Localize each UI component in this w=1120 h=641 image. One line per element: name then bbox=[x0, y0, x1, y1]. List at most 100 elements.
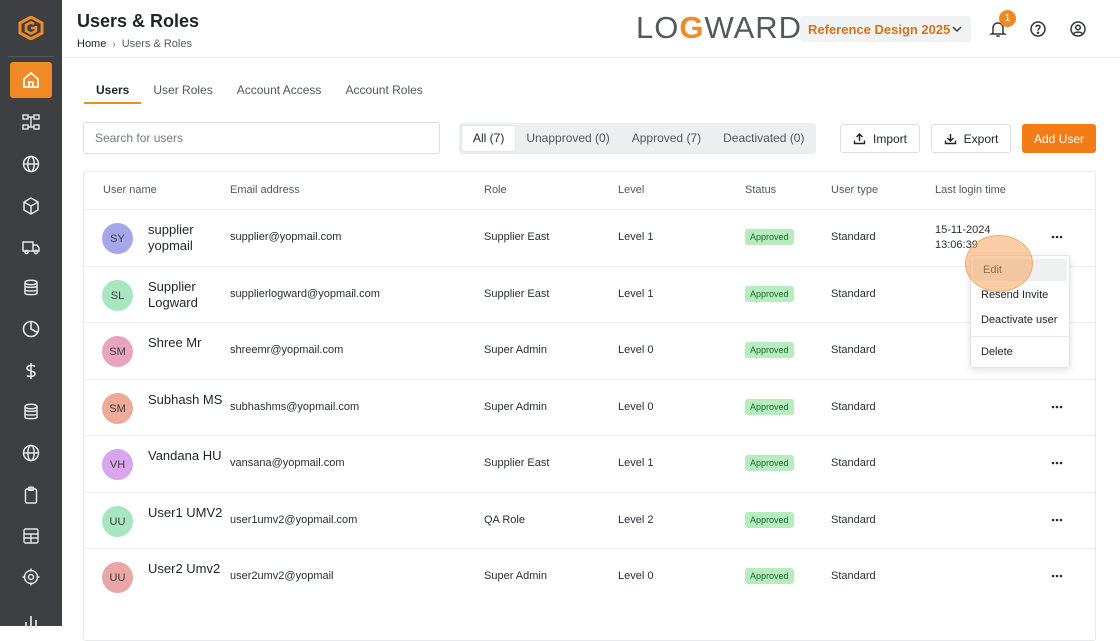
chevron-right-icon: › bbox=[112, 38, 116, 50]
nav-analytics[interactable] bbox=[10, 602, 52, 638]
user-role: Supplier East bbox=[484, 231, 550, 243]
export-button[interactable]: Export bbox=[931, 124, 1011, 153]
globe-icon bbox=[22, 444, 40, 462]
status-badge: Approved bbox=[745, 568, 794, 584]
user-level: Level 2 bbox=[618, 514, 654, 526]
user-level: Level 1 bbox=[618, 231, 654, 243]
nav-database[interactable] bbox=[10, 270, 52, 306]
table-row[interactable]: SY supplier yopmail supplier@yopmail.com… bbox=[84, 209, 1095, 266]
table-row[interactable]: SL Supplier Logward supplierlogward@yopm… bbox=[84, 266, 1095, 323]
tab-users[interactable]: Users bbox=[84, 78, 142, 104]
notification-badge: 1 bbox=[999, 10, 1016, 27]
row-actions-button[interactable] bbox=[1047, 453, 1067, 473]
user-name: Supplier Logward bbox=[148, 279, 198, 310]
status-badge: Approved bbox=[745, 512, 794, 528]
more-horizontal-icon bbox=[1051, 235, 1063, 239]
add-user-button[interactable]: Add User bbox=[1022, 124, 1096, 153]
nav-target[interactable] bbox=[10, 559, 52, 595]
project-dropdown-value: Reference Design 2025 bbox=[808, 21, 951, 37]
menu-item-edit[interactable]: Edit bbox=[973, 259, 1067, 281]
logward-logo-icon[interactable] bbox=[18, 16, 44, 40]
filter-all[interactable]: All (7) bbox=[462, 126, 516, 151]
column-header-user-name[interactable]: User name bbox=[103, 184, 157, 196]
user-role: Super Admin bbox=[484, 344, 547, 356]
truck-icon bbox=[22, 241, 40, 255]
project-dropdown[interactable]: Reference Design 2025 bbox=[800, 16, 971, 42]
user-type: Standard bbox=[831, 231, 876, 243]
status-badge: Approved bbox=[745, 399, 794, 415]
user-name: supplier yopmail bbox=[148, 222, 194, 253]
search-users-input[interactable] bbox=[83, 122, 440, 154]
row-actions-button[interactable] bbox=[1047, 566, 1067, 586]
table-row[interactable]: SM Shree Mr shreemr@yopmail.com Super Ad… bbox=[84, 322, 1095, 379]
nav-truck[interactable] bbox=[10, 229, 52, 265]
nav-database-2[interactable] bbox=[10, 394, 52, 430]
column-header-email[interactable]: Email address bbox=[230, 184, 300, 196]
tab-user-roles[interactable]: User Roles bbox=[141, 78, 224, 104]
row-actions-button[interactable] bbox=[1047, 227, 1067, 247]
table-row[interactable]: UU User2 Umv2 user2umv2@yopmail Super Ad… bbox=[84, 548, 1095, 605]
menu-item-resend-invite[interactable]: Resend Invite bbox=[971, 284, 1069, 306]
status-badge: Approved bbox=[745, 286, 794, 302]
nav-box[interactable] bbox=[10, 188, 52, 224]
user-role: Super Admin bbox=[484, 570, 547, 582]
database-icon bbox=[24, 279, 38, 296]
import-button[interactable]: Import bbox=[840, 124, 920, 153]
account-button[interactable] bbox=[1067, 18, 1089, 40]
nav-globe-2[interactable] bbox=[10, 435, 52, 471]
bar-chart-icon bbox=[25, 616, 37, 628]
user-email: vansana@yopmail.com bbox=[230, 457, 345, 469]
upload-icon bbox=[853, 133, 866, 145]
sidebar bbox=[0, 0, 62, 628]
help-button[interactable] bbox=[1027, 18, 1049, 40]
tab-account-roles[interactable]: Account Roles bbox=[333, 78, 434, 104]
more-horizontal-icon bbox=[1051, 574, 1063, 578]
avatar: SY bbox=[102, 223, 133, 254]
home-icon bbox=[23, 71, 39, 88]
nav-globe[interactable] bbox=[10, 146, 52, 182]
column-header-last-login[interactable]: Last login time bbox=[935, 184, 1006, 196]
user-type: Standard bbox=[831, 457, 876, 469]
user-email: subhashms@yopmail.com bbox=[230, 401, 360, 413]
download-icon bbox=[944, 134, 956, 145]
user-level: Level 0 bbox=[618, 344, 654, 356]
menu-item-deactivate-user[interactable]: Deactivate user bbox=[971, 309, 1069, 331]
avatar: UU bbox=[102, 506, 133, 537]
avatar: SM bbox=[102, 393, 133, 424]
column-header-status[interactable]: Status bbox=[745, 184, 776, 196]
more-horizontal-icon bbox=[1051, 405, 1063, 409]
breadcrumb-home[interactable]: Home bbox=[77, 38, 106, 50]
table-row[interactable]: UU User1 UMV2 user1umv2@yopmail.com QA R… bbox=[84, 492, 1095, 549]
row-actions-button[interactable] bbox=[1047, 397, 1067, 417]
database-icon bbox=[24, 403, 38, 420]
table-row[interactable]: VH Vandana HU vansana@yopmail.com Suppli… bbox=[84, 435, 1095, 492]
filter-unapproved[interactable]: Unapproved (0) bbox=[515, 126, 620, 151]
nav-grid[interactable] bbox=[10, 518, 52, 554]
column-header-role[interactable]: Role bbox=[484, 184, 507, 196]
filter-approved[interactable]: Approved (7) bbox=[621, 126, 712, 151]
table-row[interactable]: SM Subhash MS subhashms@yopmail.com Supe… bbox=[84, 379, 1095, 436]
status-badge: Approved bbox=[745, 342, 794, 358]
clipboard-icon bbox=[24, 486, 38, 504]
user-email: shreemr@yopmail.com bbox=[230, 344, 344, 356]
nav-finance[interactable] bbox=[10, 353, 52, 389]
column-header-user-type[interactable]: User type bbox=[831, 184, 878, 196]
box-icon bbox=[23, 197, 39, 215]
status-filter-group: All (7) Unapproved (0) Approved (7) Deac… bbox=[459, 123, 816, 154]
nav-clipboard[interactable] bbox=[10, 477, 52, 513]
nav-network[interactable] bbox=[10, 104, 52, 140]
user-type: Standard bbox=[831, 570, 876, 582]
tab-account-access[interactable]: Account Access bbox=[225, 78, 334, 104]
menu-item-delete[interactable]: Delete bbox=[971, 341, 1069, 363]
user-email: supplierlogward@yopmail.com bbox=[230, 288, 380, 300]
column-header-level[interactable]: Level bbox=[618, 184, 644, 196]
breadcrumb: Home › Users & Roles bbox=[77, 38, 192, 50]
nav-reports[interactable] bbox=[10, 311, 52, 347]
chevron-down-icon bbox=[952, 26, 962, 33]
nav-home[interactable] bbox=[10, 62, 52, 98]
user-type: Standard bbox=[831, 344, 876, 356]
filter-deactivated[interactable]: Deactivated (0) bbox=[712, 126, 815, 151]
target-icon bbox=[22, 568, 40, 586]
user-name: User2 Umv2 bbox=[148, 561, 221, 576]
row-actions-button[interactable] bbox=[1047, 510, 1067, 530]
